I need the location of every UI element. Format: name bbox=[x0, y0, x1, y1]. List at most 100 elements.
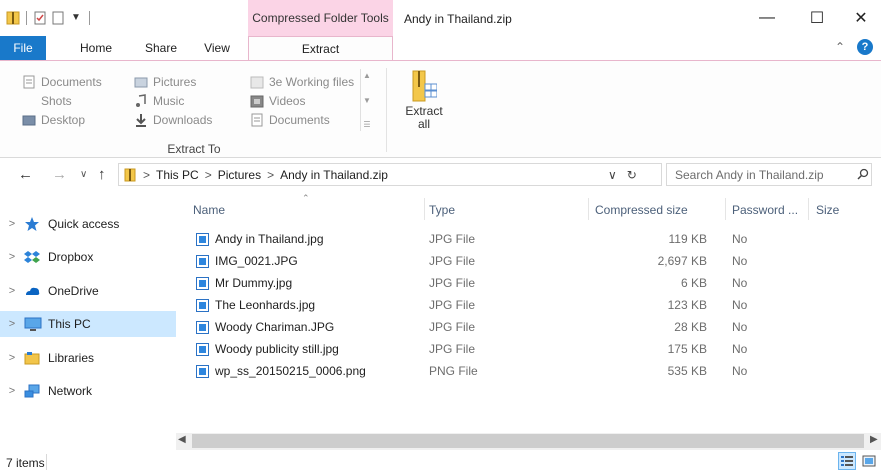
scroll-down-icon[interactable]: ▼ bbox=[363, 96, 371, 105]
sidebar-item-dropbox[interactable]: > Dropbox bbox=[0, 244, 176, 270]
file-compressed-size: 2,697 KB bbox=[657, 254, 707, 268]
file-password: No bbox=[732, 254, 748, 268]
help-icon[interactable]: ? bbox=[857, 39, 873, 55]
extract-to-label: Pictures bbox=[153, 75, 197, 89]
extract-to-3e-working-files[interactable]: 3e Working files bbox=[250, 73, 354, 91]
breadcrumb-separator[interactable]: > bbox=[205, 168, 212, 182]
search-input[interactable]: Search Andy in Thailand.zip bbox=[666, 163, 872, 186]
sidebar-item-libraries[interactable]: > Libraries bbox=[0, 345, 176, 371]
file-row[interactable]: Mr Dummy.jpg JPG File 6 KB No bbox=[190, 272, 850, 294]
extract-to-label: Desktop bbox=[41, 113, 86, 127]
scroll-up-icon[interactable]: ▲ bbox=[363, 71, 371, 80]
details-view-button[interactable] bbox=[838, 452, 856, 470]
maximize-button[interactable]: ☐ bbox=[794, 0, 840, 36]
tab-view[interactable]: View bbox=[192, 36, 242, 60]
expand-chevron-icon[interactable]: > bbox=[0, 218, 24, 230]
recent-locations-icon[interactable]: ∨ bbox=[80, 169, 87, 180]
file-compressed-size: 6 KB bbox=[680, 276, 707, 290]
column-header-password[interactable]: Password ... bbox=[732, 203, 798, 217]
address-actions: ∨ ↻ bbox=[608, 163, 637, 186]
forward-arrow-icon[interactable]: → bbox=[52, 166, 67, 183]
extract-to-videos[interactable]: Videos bbox=[250, 92, 354, 110]
file-password: No bbox=[732, 232, 748, 246]
extract-to-shots[interactable]: Shots bbox=[22, 92, 102, 110]
scroll-right-icon[interactable]: ▶ bbox=[870, 434, 878, 445]
extract-to-pictures[interactable]: Pictures bbox=[134, 73, 212, 91]
column-separator[interactable] bbox=[725, 198, 726, 220]
sidebar-item-quick-access[interactable]: > Quick access bbox=[0, 211, 176, 237]
folder-icon bbox=[22, 94, 36, 108]
zip-folder-icon bbox=[123, 168, 137, 182]
downloads-icon bbox=[134, 113, 148, 127]
file-row[interactable]: wp_ss_20150215_0006.png PNG File 535 KB … bbox=[190, 360, 850, 382]
tab-file[interactable]: File bbox=[0, 36, 46, 60]
sidebar-item-this-pc[interactable]: > This PC bbox=[0, 311, 176, 337]
collapse-ribbon-icon[interactable]: ⌃ bbox=[835, 40, 845, 54]
extract-to-documents[interactable]: Documents bbox=[22, 73, 102, 91]
file-password: No bbox=[732, 364, 748, 378]
more-icon[interactable]: ☰ bbox=[363, 120, 370, 129]
file-row[interactable]: The Leonhards.jpg JPG File 123 KB No bbox=[190, 294, 850, 316]
expand-chevron-icon[interactable]: > bbox=[0, 352, 24, 364]
extract-to-scrollbar[interactable]: ▲ ▼ ☰ bbox=[360, 69, 373, 131]
minimize-button[interactable]: — bbox=[744, 0, 790, 36]
extract-to-label: Documents bbox=[269, 113, 330, 127]
new-folder-icon[interactable] bbox=[51, 11, 65, 25]
column-header-name[interactable]: Name bbox=[193, 203, 225, 217]
file-type: JPG File bbox=[429, 254, 476, 268]
column-separator[interactable] bbox=[588, 198, 589, 220]
breadcrumb-zip[interactable]: Andy in Thailand.zip bbox=[280, 168, 388, 182]
window-title: Andy in Thailand.zip bbox=[404, 12, 512, 26]
tab-share[interactable]: Share bbox=[136, 36, 186, 60]
breadcrumb-this-pc[interactable]: This PC bbox=[156, 168, 199, 182]
file-name: Woody publicity still.jpg bbox=[215, 342, 339, 356]
dropbox-icon bbox=[24, 249, 42, 265]
breadcrumb-separator[interactable]: > bbox=[267, 168, 274, 182]
sidebar-item-onedrive[interactable]: > OneDrive bbox=[0, 278, 176, 304]
extract-to-documents-2[interactable]: Documents bbox=[250, 111, 354, 129]
column-header-compressed-size[interactable]: Compressed size bbox=[595, 203, 688, 217]
expand-chevron-icon[interactable]: > bbox=[0, 318, 24, 330]
refresh-icon[interactable]: ↻ bbox=[627, 168, 637, 182]
status-divider bbox=[46, 454, 47, 470]
expand-chevron-icon[interactable]: > bbox=[0, 385, 24, 397]
back-arrow-icon[interactable]: ← bbox=[18, 166, 33, 183]
tab-home[interactable]: Home bbox=[70, 36, 122, 60]
file-row[interactable]: Woody publicity still.jpg JPG File 175 K… bbox=[190, 338, 850, 360]
column-header-type[interactable]: Type bbox=[429, 203, 455, 217]
file-name: Andy in Thailand.jpg bbox=[215, 232, 324, 246]
details-view-icon bbox=[841, 456, 853, 466]
sort-ascending-icon: ⌃ bbox=[302, 193, 310, 203]
column-separator[interactable] bbox=[808, 198, 809, 220]
address-bar[interactable]: > This PC > Pictures > Andy in Thailand.… bbox=[118, 163, 662, 186]
horizontal-scroll-thumb[interactable] bbox=[192, 434, 864, 448]
sidebar-item-network[interactable]: > Network bbox=[0, 378, 176, 404]
extract-to-desktop[interactable]: Desktop bbox=[22, 111, 102, 129]
file-row[interactable]: Andy in Thailand.jpg JPG File 119 KB No bbox=[190, 228, 850, 250]
file-row[interactable]: IMG_0021.JPG JPG File 2,697 KB No bbox=[190, 250, 850, 272]
qat-separator bbox=[26, 11, 27, 25]
extract-to-music[interactable]: Music bbox=[134, 92, 212, 110]
ribbon-group-divider bbox=[386, 68, 387, 152]
search-icon[interactable] bbox=[857, 168, 869, 180]
address-dropdown-icon[interactable]: ∨ bbox=[608, 168, 617, 182]
large-icons-view-button[interactable] bbox=[860, 452, 878, 470]
close-button[interactable]: ✕ bbox=[838, 0, 881, 36]
expand-chevron-icon[interactable]: > bbox=[0, 251, 24, 263]
tab-extract[interactable]: Extract bbox=[248, 36, 393, 61]
breadcrumb-separator[interactable]: > bbox=[143, 168, 150, 182]
properties-icon[interactable] bbox=[33, 11, 47, 25]
extract-all-button[interactable]: Extract all bbox=[396, 70, 452, 148]
expand-chevron-icon[interactable]: > bbox=[0, 285, 24, 297]
customize-qat-icon[interactable]: ▼ bbox=[69, 11, 83, 25]
context-tab-header: Compressed Folder Tools bbox=[248, 0, 393, 36]
file-type: PNG File bbox=[429, 364, 478, 378]
column-header-size[interactable]: Size bbox=[816, 203, 839, 217]
file-row[interactable]: Woody Chariman.JPG JPG File 28 KB No bbox=[190, 316, 850, 338]
sidebar-item-label: Quick access bbox=[48, 217, 120, 231]
extract-to-downloads[interactable]: Downloads bbox=[134, 111, 212, 129]
scroll-left-icon[interactable]: ◀ bbox=[178, 434, 186, 445]
breadcrumb-pictures[interactable]: Pictures bbox=[218, 168, 261, 182]
column-separator[interactable] bbox=[424, 198, 425, 220]
up-arrow-icon[interactable]: ↑ bbox=[98, 166, 106, 183]
